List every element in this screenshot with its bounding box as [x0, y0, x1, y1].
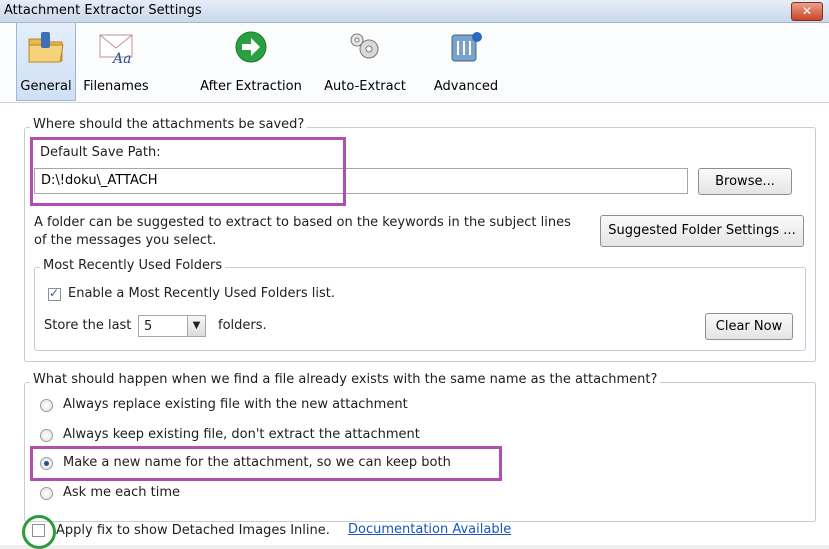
radio-keep[interactable]	[40, 429, 53, 442]
arrow-icon	[235, 31, 267, 63]
suggest-description-line2: of the messages you select.	[34, 233, 217, 248]
tab-label: Filenames	[83, 79, 149, 94]
store-last-label: Store the last	[44, 318, 132, 333]
tab-label: Auto-Extract	[324, 79, 406, 94]
suggested-folder-settings-button[interactable]: Suggested Folder Settings ...	[600, 215, 804, 247]
highlight-apply-fix	[22, 515, 56, 549]
highlight-save-path	[30, 137, 346, 206]
radio-keep-label: Always keep existing file, don't extract…	[63, 427, 420, 442]
folder-icon	[28, 32, 64, 63]
clear-now-button[interactable]: Clear Now	[705, 313, 793, 340]
radio-ask-label: Ask me each time	[63, 485, 180, 500]
documentation-link[interactable]: Documentation Available	[348, 522, 511, 537]
radio-replace-label: Always replace existing file with the ne…	[63, 397, 408, 412]
tab-general[interactable]: General	[16, 23, 76, 101]
tab-label: After Extraction	[200, 79, 302, 94]
gears-icon	[350, 33, 379, 59]
apply-fix-label: Apply fix to show Detached Images Inline…	[56, 523, 330, 538]
folders-label: folders.	[218, 318, 267, 333]
mru-legend: Most Recently Used Folders	[40, 258, 226, 273]
radio-replace[interactable]	[40, 399, 53, 412]
tab-filenames[interactable]: Aa Filenames	[78, 23, 154, 100]
tab-label: Advanced	[433, 79, 499, 94]
close-button[interactable]: ✕	[791, 2, 823, 21]
tab-auto-extract[interactable]: Auto-Extract	[320, 23, 410, 100]
browse-button[interactable]: Browse...	[698, 168, 792, 195]
chevron-down-icon: ▼	[187, 316, 205, 336]
enable-mru-label: Enable a Most Recently Used Folders list…	[68, 286, 336, 301]
enable-mru-checkbox[interactable]	[48, 286, 61, 301]
title-bar: Attachment Extractor Settings ✕	[0, 0, 829, 23]
mru-group	[34, 267, 806, 351]
store-count-select[interactable]: 5 ▼	[138, 315, 206, 337]
save-location-legend: Where should the attachments be saved?	[30, 117, 308, 132]
radio-ask[interactable]	[40, 487, 53, 500]
tab-advanced[interactable]: Advanced	[426, 23, 506, 100]
tab-label: General	[20, 79, 72, 94]
tab-after-extraction[interactable]: After Extraction	[196, 23, 306, 100]
svg-text:Aa: Aa	[111, 51, 131, 65]
store-count-value: 5	[144, 319, 153, 334]
settings-toolbar: General Aa Filenames After Extraction Au…	[0, 23, 829, 103]
advanced-icon	[451, 32, 482, 62]
envelope-icon: Aa	[99, 34, 133, 65]
highlight-new-name	[30, 446, 502, 481]
existing-file-legend: What should happen when we find a file a…	[30, 372, 661, 387]
settings-content: Where should the attachments be saved? D…	[0, 103, 829, 549]
suggest-description-line1: A folder can be suggested to extract to …	[34, 215, 571, 230]
window-title: Attachment Extractor Settings	[4, 3, 202, 18]
